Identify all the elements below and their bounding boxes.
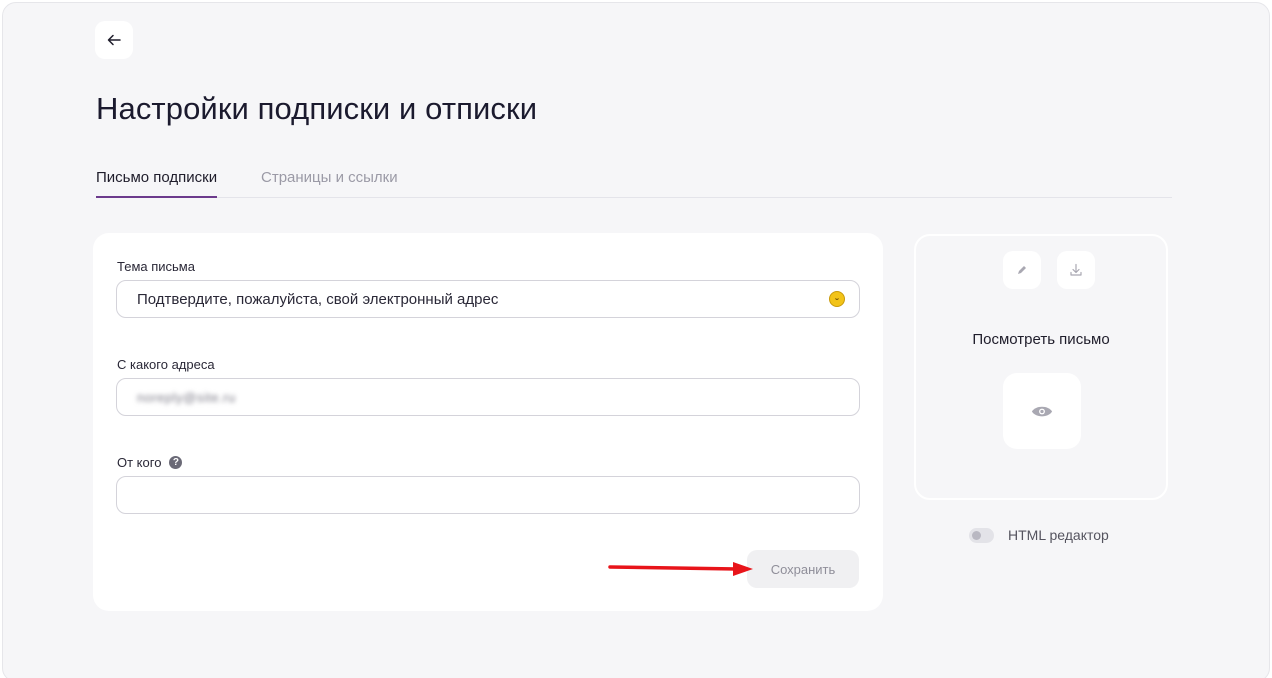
arrow-left-icon — [107, 34, 121, 46]
from-address-label-text: С какого адреса — [117, 357, 215, 372]
from-name-label-text: От кого — [117, 455, 162, 470]
subject-input[interactable] — [137, 290, 839, 308]
tab-subscription-letter[interactable]: Письмо подписки — [96, 169, 218, 198]
question-circle-icon[interactable]: ? — [169, 456, 183, 469]
annotation-arrow — [608, 562, 753, 576]
subject-field[interactable]: ᵕ — [116, 280, 860, 318]
download-button[interactable] — [1057, 251, 1095, 289]
subject-label-text: Тема письма — [117, 259, 195, 274]
page-title: Настройки подписки и отписки — [96, 91, 538, 126]
download-icon — [1070, 263, 1082, 276]
html-editor-toggle-row: HTML редактор — [969, 527, 1109, 543]
eye-icon — [1031, 406, 1053, 416]
tab-bar: Письмо подписки Страницы и ссылки — [96, 163, 1172, 198]
html-editor-label: HTML редактор — [1008, 527, 1109, 543]
tab-pages-and-links[interactable]: Страницы и ссылки — [261, 169, 398, 196]
from-name-label: От кого ? — [117, 455, 183, 470]
from-address-field[interactable]: noreply@site.ru — [116, 378, 860, 416]
subject-label: Тема письма — [117, 259, 195, 274]
smiley-icon[interactable]: ᵕ — [829, 291, 845, 307]
from-address-label: С какого адреса — [117, 357, 215, 372]
preview-title: Посмотреть письмо — [972, 331, 1110, 348]
settings-form-card: Тема письма ᵕ С какого адреса noreply@si… — [93, 233, 883, 611]
from-address-value: noreply@site.ru — [137, 389, 236, 405]
letter-preview-card: Посмотреть письмо — [914, 234, 1168, 500]
back-button[interactable] — [95, 21, 133, 59]
pencil-icon — [1018, 266, 1026, 274]
save-button[interactable]: Сохранить — [747, 550, 859, 588]
from-name-input[interactable] — [137, 486, 839, 504]
view-letter-button[interactable] — [1003, 373, 1081, 449]
from-name-field[interactable] — [116, 476, 860, 514]
html-editor-toggle[interactable] — [969, 527, 994, 543]
edit-button[interactable] — [1003, 251, 1041, 289]
